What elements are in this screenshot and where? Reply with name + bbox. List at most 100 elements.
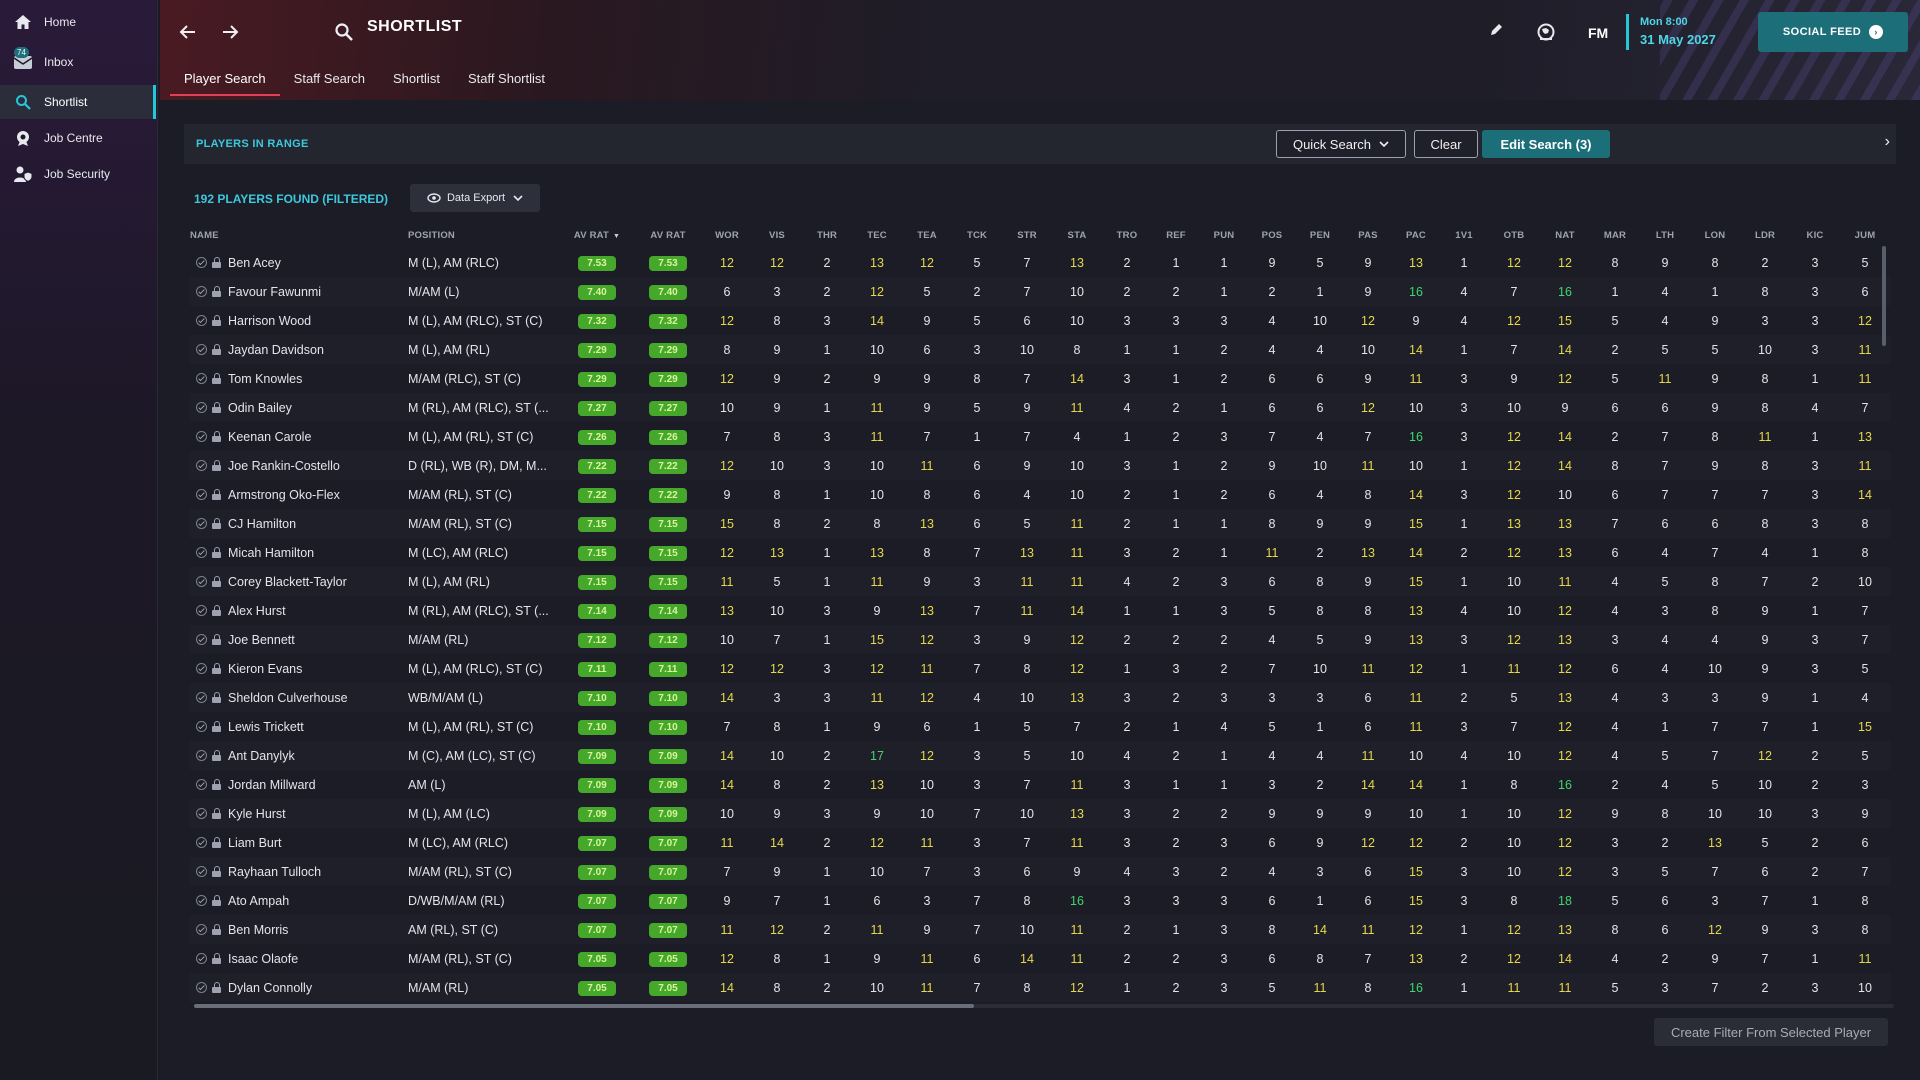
- player-name-link[interactable]: CJ Hamilton: [228, 517, 296, 531]
- table-row[interactable]: Joe Rankin-Costello D (RL), WB (R), DM, M…: [190, 451, 1890, 480]
- data-export-button[interactable]: Data Export: [410, 184, 540, 212]
- column-header[interactable]: OTB: [1488, 222, 1540, 248]
- select-checkbox[interactable]: [196, 576, 207, 587]
- column-header[interactable]: PUN: [1200, 222, 1248, 248]
- column-header[interactable]: POS: [1248, 222, 1296, 248]
- sidebar-item-job-security[interactable]: Job Security: [0, 157, 156, 191]
- table-row[interactable]: Corey Blackett-Taylor M (L), AM (RL) 7.15 7…: [190, 567, 1890, 596]
- table-row[interactable]: Harrison Wood M (L), AM (RLC), ST (C) 7.32…: [190, 306, 1890, 335]
- title-search-icon[interactable]: [334, 22, 356, 44]
- select-checkbox[interactable]: [196, 779, 207, 790]
- select-checkbox[interactable]: [196, 924, 207, 935]
- column-header[interactable]: TRO: [1102, 222, 1152, 248]
- vertical-scrollbar[interactable]: [1882, 246, 1886, 346]
- column-header[interactable]: TEC: [852, 222, 902, 248]
- back-arrow-icon[interactable]: [176, 22, 200, 46]
- horizontal-scrollbar[interactable]: [194, 1004, 1894, 1008]
- table-row[interactable]: Kyle Hurst M (L), AM (LC) 7.09 7.09 10 9 3 9 10 7…: [190, 799, 1890, 828]
- tab-shortlist[interactable]: Shortlist: [379, 68, 454, 96]
- forward-arrow-icon[interactable]: [218, 22, 242, 46]
- column-header[interactable]: PAS: [1344, 222, 1392, 248]
- column-header[interactable]: NAME: [190, 222, 408, 248]
- table-row[interactable]: Armstrong Oko-Flex M/AM (RL), ST (C) 7.22 7…: [190, 480, 1890, 509]
- sidebar-item-inbox[interactable]: 74 Inbox: [0, 45, 156, 79]
- table-row[interactable]: Jaydan Davidson M (L), AM (RL) 7.29 7.29 8 9 1…: [190, 335, 1890, 364]
- select-checkbox[interactable]: [196, 344, 207, 355]
- column-header[interactable]: PAC: [1392, 222, 1440, 248]
- table-row[interactable]: Tom Knowles M/AM (RLC), ST (C) 7.29 7.29 12 9…: [190, 364, 1890, 393]
- table-row[interactable]: Ant Danylyk M (C), AM (LC), ST (C) 7.09 7.0…: [190, 741, 1890, 770]
- edit-search-button[interactable]: Edit Search (3): [1482, 130, 1610, 158]
- column-header[interactable]: AV RAT ▼: [560, 222, 634, 248]
- table-row[interactable]: Joe Bennett M/AM (RL) 7.12 7.12 10 7 1 15 12 3 9 12…: [190, 625, 1890, 654]
- select-checkbox[interactable]: [196, 605, 207, 616]
- table-row[interactable]: Rayhaan Tulloch M/AM (RL), ST (C) 7.07 7.07…: [190, 857, 1890, 886]
- player-name-link[interactable]: Kieron Evans: [228, 662, 302, 676]
- table-row[interactable]: Kieron Evans M (L), AM (RLC), ST (C) 7.11 7…: [190, 654, 1890, 683]
- select-checkbox[interactable]: [196, 895, 207, 906]
- column-header[interactable]: TCK: [952, 222, 1002, 248]
- sidebar-item-shortlist[interactable]: Shortlist: [0, 85, 156, 119]
- select-checkbox[interactable]: [196, 663, 207, 674]
- column-header[interactable]: KIC: [1790, 222, 1840, 248]
- player-name-link[interactable]: Dylan Connolly: [228, 981, 312, 995]
- tab-staff-search[interactable]: Staff Search: [280, 68, 379, 96]
- player-name-link[interactable]: Tom Knowles: [228, 372, 302, 386]
- table-row[interactable]: CJ Hamilton M/AM (RL), ST (C) 7.15 7.15 15 8 2…: [190, 509, 1890, 538]
- column-header[interactable]: NAT: [1540, 222, 1590, 248]
- select-checkbox[interactable]: [196, 866, 207, 877]
- player-name-link[interactable]: Odin Bailey: [228, 401, 292, 415]
- player-name-link[interactable]: Jordan Millward: [228, 778, 316, 792]
- column-header[interactable]: PEN: [1296, 222, 1344, 248]
- table-row[interactable]: Liam Burt M (LC), AM (RLC) 7.07 7.07 11 14 2 12…: [190, 828, 1890, 857]
- column-header[interactable]: AV RAT: [634, 222, 702, 248]
- select-checkbox[interactable]: [196, 721, 207, 732]
- select-checkbox[interactable]: [196, 489, 207, 500]
- table-row[interactable]: Dylan Connolly M/AM (RL) 7.05 7.05 14 8 2 10 11 7…: [190, 973, 1890, 1002]
- select-checkbox[interactable]: [196, 257, 207, 268]
- player-name-link[interactable]: Rayhaan Tulloch: [228, 865, 321, 879]
- player-name-link[interactable]: Harrison Wood: [228, 314, 311, 328]
- player-name-link[interactable]: Kyle Hurst: [228, 807, 286, 821]
- player-name-link[interactable]: Corey Blackett-Taylor: [228, 575, 347, 589]
- select-checkbox[interactable]: [196, 808, 207, 819]
- player-name-link[interactable]: Sheldon Culverhouse: [228, 691, 348, 705]
- table-row[interactable]: Jordan Millward AM (L) 7.09 7.09 14 8 2 13 10 3 7 1…: [190, 770, 1890, 799]
- chevron-right-icon[interactable]: ›: [1885, 133, 1890, 151]
- table-row[interactable]: Isaac Olaofe M/AM (RL), ST (C) 7.05 7.05 12 8…: [190, 944, 1890, 973]
- player-name-link[interactable]: Ben Morris: [228, 923, 288, 937]
- column-header[interactable]: JUM: [1840, 222, 1890, 248]
- player-name-link[interactable]: Isaac Olaofe: [228, 952, 298, 966]
- tab-player-search[interactable]: Player Search: [170, 68, 280, 96]
- select-checkbox[interactable]: [196, 402, 207, 413]
- select-checkbox[interactable]: [196, 953, 207, 964]
- player-name-link[interactable]: Ben Acey: [228, 256, 281, 270]
- table-row[interactable]: Alex Hurst M (RL), AM (RLC), ST (... 7.14 7…: [190, 596, 1890, 625]
- column-header[interactable]: TEA: [902, 222, 952, 248]
- globe-icon[interactable]: [1536, 22, 1558, 44]
- player-name-link[interactable]: Micah Hamilton: [228, 546, 314, 560]
- player-name-link[interactable]: Ant Danylyk: [228, 749, 295, 763]
- column-header[interactable]: REF: [1152, 222, 1200, 248]
- table-row[interactable]: Favour Fawunmi M/AM (L) 7.40 7.40 6 3 2 12 5 2 7 10…: [190, 277, 1890, 306]
- column-header[interactable]: LTH: [1640, 222, 1690, 248]
- player-name-link[interactable]: Jaydan Davidson: [228, 343, 324, 357]
- select-checkbox[interactable]: [196, 750, 207, 761]
- column-header[interactable]: WOR: [702, 222, 752, 248]
- player-name-link[interactable]: Keenan Carole: [228, 430, 311, 444]
- horizontal-scrollbar-thumb[interactable]: [194, 1004, 974, 1008]
- player-name-link[interactable]: Liam Burt: [228, 836, 282, 850]
- column-header[interactable]: LON: [1690, 222, 1740, 248]
- column-header[interactable]: POSITION: [408, 222, 560, 248]
- tab-staff-shortlist[interactable]: Staff Shortlist: [454, 68, 559, 96]
- player-name-link[interactable]: Joe Rankin-Costello: [228, 459, 340, 473]
- select-checkbox[interactable]: [196, 373, 207, 384]
- table-row[interactable]: Lewis Trickett M (L), AM (RL), ST (C) 7.10…: [190, 712, 1890, 741]
- table-row[interactable]: Keenan Carole M (L), AM (RL), ST (C) 7.26 7…: [190, 422, 1890, 451]
- column-header[interactable]: MAR: [1590, 222, 1640, 248]
- table-row[interactable]: Ben Acey M (L), AM (RLC) 7.53 7.53 12 12 2 13 12…: [190, 248, 1890, 277]
- select-checkbox[interactable]: [196, 634, 207, 645]
- table-row[interactable]: Sheldon Culverhouse WB/M/AM (L) 7.10 7.10 14…: [190, 683, 1890, 712]
- column-header[interactable]: THR: [802, 222, 852, 248]
- create-filter-button[interactable]: Create Filter From Selected Player: [1654, 1018, 1888, 1046]
